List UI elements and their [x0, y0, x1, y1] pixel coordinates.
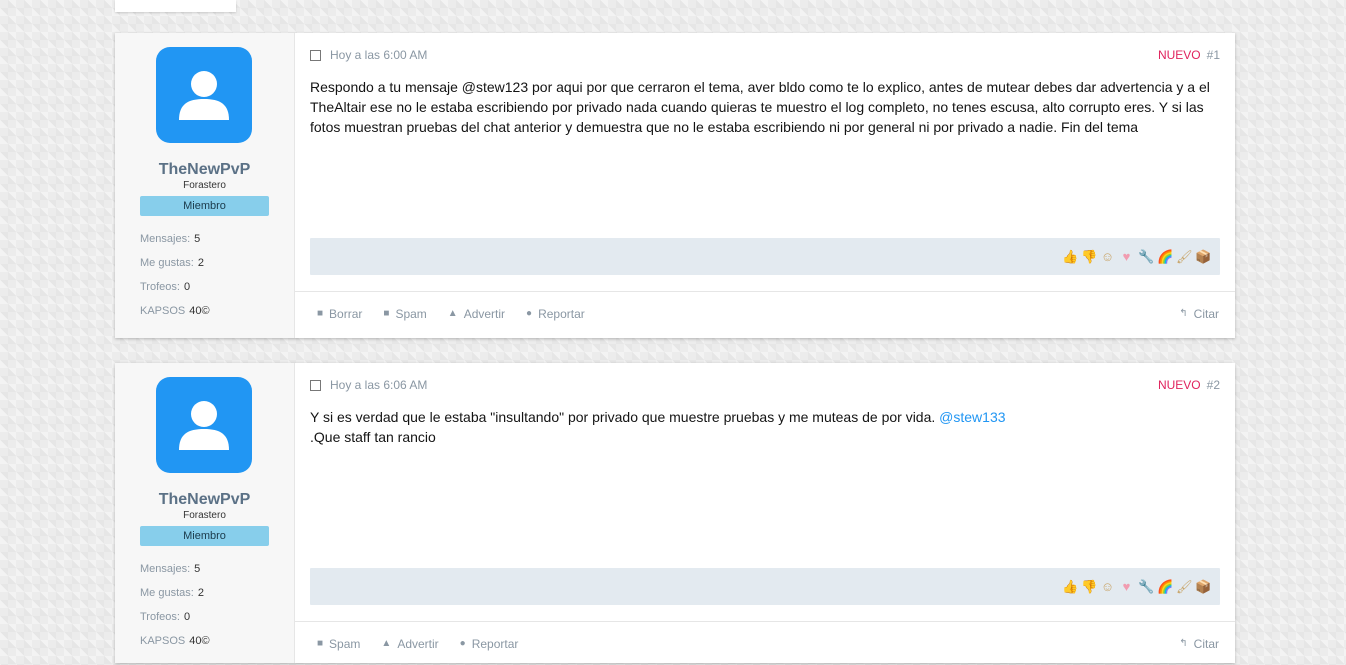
rainbow-icon[interactable]: 🌈 [1157, 579, 1173, 594]
warning-icon: ▲ [447, 308, 458, 319]
reply-icon: ↰ [1179, 638, 1188, 649]
alert-circle-icon: ● [459, 638, 466, 649]
post-actions: ■ Spam ▲ Advertir ● Reportar ↰ Citar [295, 621, 1235, 665]
thumbs-up-icon[interactable]: 👍 [1062, 579, 1078, 594]
rank-badge: Miembro [140, 526, 269, 546]
thumbs-down-icon[interactable]: 👎 [1081, 249, 1097, 264]
post-header: Hoy a las 6:00 AM NUEVO #1 [310, 47, 1220, 63]
post-actions: ■ Borrar ■ Spam ▲ Advertir ● Reportar ↰ Citar [295, 291, 1235, 335]
delete-button[interactable]: ■ Borrar [317, 307, 362, 321]
brush-icon[interactable]: 🖌 [1176, 579, 1193, 594]
box-icon[interactable]: 📦 [1195, 579, 1211, 594]
post-number[interactable]: #1 [1207, 48, 1220, 62]
stat-likes: Me gustas: 2 [140, 257, 204, 269]
username[interactable]: TheNewPvP [115, 491, 294, 509]
wrench-icon[interactable]: 🔧 [1138, 249, 1154, 264]
rainbow-icon[interactable]: 🌈 [1157, 249, 1173, 264]
post-content: Hoy a las 6:06 AM NUEVO #2 Y si es verda… [295, 363, 1235, 663]
rank-badge: Miembro [140, 196, 269, 216]
timestamp[interactable]: Hoy a las 6:06 AM [330, 378, 427, 392]
user-mention-link[interactable]: @stew133 [939, 409, 1005, 425]
spam-button[interactable]: ■ Spam [383, 307, 426, 321]
post-2: TheNewPvP Forastero Miembro Mensajes: 5 M… [115, 363, 1235, 663]
warn-button[interactable]: ▲ Advertir [448, 307, 505, 321]
quote-button[interactable]: ↰ Citar [1179, 637, 1219, 651]
box-icon[interactable]: 📦 [1195, 249, 1211, 264]
new-badge: NUEVO [1157, 48, 1201, 62]
smile-icon[interactable]: ☺ [1100, 579, 1115, 594]
select-checkbox[interactable] [310, 379, 321, 391]
stat-messages: Mensajes: 5 [140, 563, 201, 575]
new-badge: NUEVO [1157, 378, 1201, 392]
heart-icon[interactable]: ♥ [1119, 249, 1134, 264]
avatar[interactable] [156, 377, 252, 473]
message-body: Y si es verdad que le estaba "insultando… [310, 409, 1006, 445]
stat-messages: Mensajes: 5 [140, 233, 201, 245]
alert-circle-icon: ● [526, 308, 533, 319]
select-checkbox[interactable] [310, 49, 321, 61]
reply-icon: ↰ [1179, 308, 1188, 319]
reaction-bar: 👍 👎 ☺ ♥ 🔧 🌈 🖌 📦 [310, 568, 1220, 605]
username[interactable]: TheNewPvP [115, 161, 294, 179]
trash-icon: ■ [383, 308, 390, 319]
user-info: TheNewPvP Forastero Miembro Mensajes: 5 M… [115, 363, 295, 663]
smile-icon[interactable]: ☺ [1100, 249, 1115, 264]
stat-trophies: Trofeos: 0 [140, 611, 191, 623]
brush-icon[interactable]: 🖌 [1176, 249, 1193, 264]
thumbs-down-icon[interactable]: 👎 [1081, 579, 1097, 594]
previous-element-stub [115, 0, 236, 12]
spam-button[interactable]: ■ Spam [317, 637, 360, 651]
user-title: Forastero [183, 180, 226, 191]
default-user-icon [179, 401, 229, 450]
quote-button[interactable]: ↰ Citar [1179, 307, 1219, 321]
stat-kapsos: KAPSOS 40© [140, 305, 210, 317]
reaction-bar: 👍 👎 ☺ ♥ 🔧 🌈 🖌 📦 [310, 238, 1220, 275]
default-user-icon [179, 71, 229, 120]
post-number[interactable]: #2 [1207, 378, 1220, 392]
warning-icon: ▲ [381, 638, 392, 649]
user-info: TheNewPvP Forastero Miembro Mensajes: 5 M… [115, 33, 295, 338]
thumbs-up-icon[interactable]: 👍 [1062, 249, 1078, 264]
timestamp[interactable]: Hoy a las 6:00 AM [330, 48, 427, 62]
post-header: Hoy a las 6:06 AM NUEVO #2 [310, 377, 1220, 393]
warn-button[interactable]: ▲ Advertir [381, 637, 438, 651]
report-button[interactable]: ● Reportar [460, 637, 519, 651]
trash-icon: ■ [317, 638, 324, 649]
post-content: Hoy a las 6:00 AM NUEVO #1 Respondo a tu… [295, 33, 1235, 338]
stat-trophies: Trofeos: 0 [140, 281, 191, 293]
avatar[interactable] [156, 47, 252, 143]
stat-likes: Me gustas: 2 [140, 587, 204, 599]
wrench-icon[interactable]: 🔧 [1138, 579, 1154, 594]
message-body: Respondo a tu mensaje @stew123 por aqui … [310, 79, 1210, 135]
post-1: TheNewPvP Forastero Miembro Mensajes: 5 M… [115, 33, 1235, 338]
trash-icon: ■ [317, 308, 324, 319]
user-title: Forastero [183, 510, 226, 521]
heart-icon[interactable]: ♥ [1119, 579, 1134, 594]
report-button[interactable]: ● Reportar [526, 307, 585, 321]
stat-kapsos: KAPSOS 40© [140, 635, 210, 647]
